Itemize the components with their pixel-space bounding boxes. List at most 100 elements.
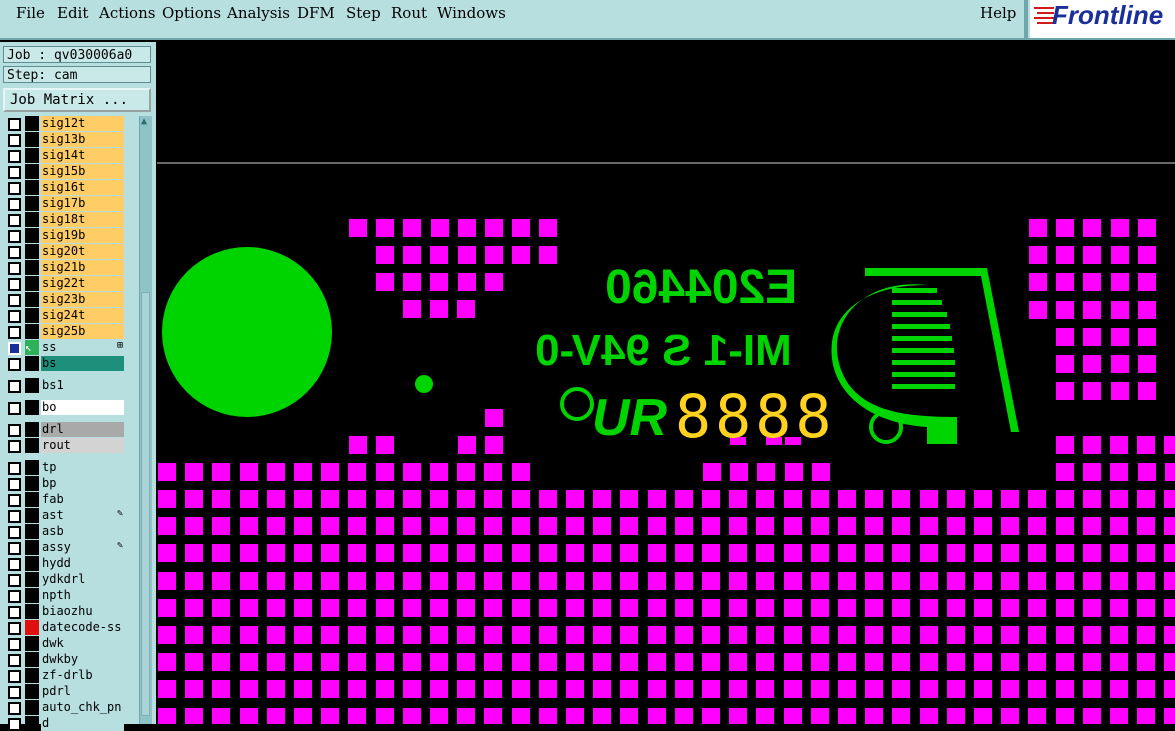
layer-checkbox[interactable] (8, 278, 21, 291)
layer-name[interactable]: bs (41, 356, 124, 371)
layer-row[interactable]: fab (3, 492, 125, 507)
layer-checkbox[interactable] (8, 214, 21, 227)
layer-color-cell[interactable] (25, 378, 39, 393)
layer-name[interactable]: asb (41, 524, 124, 539)
layer-name[interactable]: ast (41, 508, 124, 523)
layer-name[interactable]: sig14t (41, 148, 124, 163)
layer-row[interactable]: dwk (3, 636, 125, 651)
layer-color-cell[interactable] (25, 572, 39, 587)
layer-name[interactable]: bo (41, 400, 124, 415)
layer-row[interactable]: bs (3, 356, 125, 371)
layer-row[interactable]: sig22t (3, 276, 125, 291)
layer-name[interactable]: biaozhu (41, 604, 124, 619)
layer-name[interactable]: bp (41, 476, 124, 491)
layer-name[interactable]: sig18t (41, 212, 124, 227)
layer-color-cell[interactable] (25, 524, 39, 539)
layer-row[interactable]: rout (3, 438, 125, 453)
layer-row[interactable]: ast ✎ (3, 508, 125, 523)
layer-color-cell[interactable] (25, 684, 39, 699)
layer-row[interactable]: bp (3, 476, 125, 491)
layer-checkbox[interactable] (8, 310, 21, 323)
layer-checkbox[interactable] (8, 262, 21, 275)
layer-row[interactable]: ↖ ss ⊞ (3, 340, 125, 355)
layer-color-cell[interactable] (25, 196, 39, 211)
layer-checkbox[interactable] (8, 590, 21, 603)
layer-name[interactable]: sig22t (41, 276, 124, 291)
layer-name[interactable]: sig20t (41, 244, 124, 259)
layer-name[interactable]: tp (41, 460, 124, 475)
layer-color-cell[interactable] (25, 116, 39, 131)
layer-color-cell[interactable] (25, 556, 39, 571)
layer-color-cell[interactable] (25, 620, 39, 635)
layer-name[interactable]: bs1 (41, 378, 124, 393)
layer-color-cell[interactable] (25, 228, 39, 243)
layer-row[interactable]: dwkby (3, 652, 125, 667)
layer-color-cell[interactable] (25, 476, 39, 491)
layer-name[interactable]: pdrl (41, 684, 124, 699)
menu-windows[interactable]: Windows (437, 4, 506, 22)
menu-dfm[interactable]: DFM (297, 4, 335, 22)
layer-name[interactable]: sig17b (41, 196, 124, 211)
graphics-canvas[interactable]: E204460 MI-1 S 94V-0 UR 8888 (157, 42, 1175, 724)
layer-checkbox[interactable] (8, 380, 21, 393)
layer-color-cell[interactable] (25, 438, 39, 453)
layer-row[interactable]: bo (3, 400, 125, 415)
layer-name[interactable]: sig24t (41, 308, 124, 323)
layer-color-cell[interactable] (25, 508, 39, 523)
layer-row[interactable]: sig15b (3, 164, 125, 179)
layer-color-cell[interactable] (25, 180, 39, 195)
layer-name[interactable]: npth (41, 588, 124, 603)
layer-checkbox[interactable] (8, 424, 21, 437)
layer-checkbox[interactable] (8, 294, 21, 307)
menu-file[interactable]: File (16, 4, 45, 22)
menu-step[interactable]: Step (346, 4, 381, 22)
layer-name[interactable]: sig12t (41, 116, 124, 131)
layer-color-cell[interactable] (25, 212, 39, 227)
layer-options-icon[interactable]: ⊞ (117, 340, 123, 351)
layer-row[interactable]: sig17b (3, 196, 125, 211)
layer-color-cell[interactable] (25, 588, 39, 603)
layer-color-cell[interactable] (25, 324, 39, 339)
layer-name[interactable]: sig16t (41, 180, 124, 195)
layer-checkbox[interactable] (8, 510, 21, 523)
menu-analysis[interactable]: Analysis (227, 4, 290, 22)
layer-color-cell[interactable] (25, 164, 39, 179)
layer-checkbox[interactable] (8, 654, 21, 667)
layer-row[interactable]: drl (3, 422, 125, 437)
layer-checkbox[interactable] (8, 526, 21, 539)
layer-color-cell[interactable] (25, 652, 39, 667)
layer-checkbox[interactable] (8, 230, 21, 243)
layer-name[interactable]: sig15b (41, 164, 124, 179)
layer-row[interactable]: sig20t (3, 244, 125, 259)
layer-name[interactable]: sig23b (41, 292, 124, 307)
layer-checkbox[interactable] (8, 558, 21, 571)
layer-checkbox[interactable] (8, 606, 21, 619)
layer-checkbox[interactable] (8, 670, 21, 683)
layer-name[interactable]: sig25b (41, 324, 124, 339)
layer-checkbox[interactable] (8, 246, 21, 259)
menu-rout[interactable]: Rout (391, 4, 427, 22)
layer-name[interactable]: dwk (41, 636, 124, 651)
layer-checkbox[interactable] (8, 686, 21, 699)
layer-row[interactable]: datecode-ss (3, 620, 125, 635)
layer-checkbox[interactable] (8, 182, 21, 195)
layer-color-cell[interactable] (25, 422, 39, 437)
layer-checkbox[interactable] (8, 478, 21, 491)
layer-row[interactable]: biaozhu (3, 604, 125, 619)
layer-row[interactable]: sig23b (3, 292, 125, 307)
layer-color-cell[interactable] (25, 700, 39, 715)
menu-options[interactable]: Options (162, 4, 221, 22)
layer-color-cell[interactable] (25, 356, 39, 371)
layer-checkbox[interactable] (8, 718, 21, 731)
active-layer-arrow-icon[interactable]: ↖ (25, 340, 39, 355)
menu-help[interactable]: Help (980, 4, 1016, 22)
layer-checkbox[interactable] (8, 166, 21, 179)
layer-row[interactable]: ydkdrl (3, 572, 125, 587)
layer-row[interactable]: assy ✎ (3, 540, 125, 555)
layer-name[interactable]: drl (41, 422, 124, 437)
layer-color-cell[interactable] (25, 460, 39, 475)
layer-row[interactable]: sig12t (3, 116, 125, 131)
layer-row[interactable]: asb (3, 524, 125, 539)
layer-checkbox[interactable] (8, 462, 21, 475)
layer-row[interactable]: sig18t (3, 212, 125, 227)
